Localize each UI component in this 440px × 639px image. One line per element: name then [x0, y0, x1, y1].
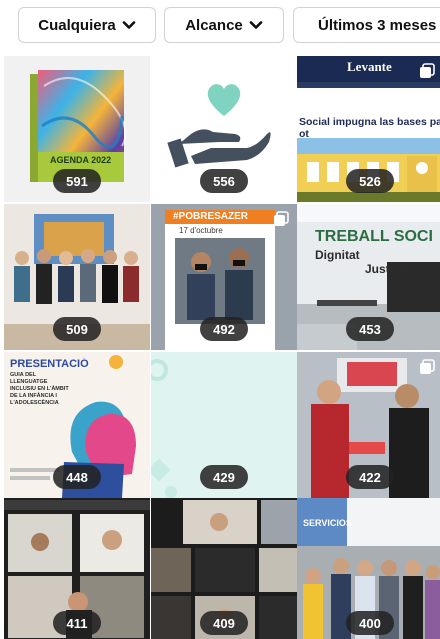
post-tile-pobresazer[interactable]: #POBRESAZER 17 d'octubre 492 [151, 204, 297, 350]
post-metric-badge: 526 [346, 169, 394, 193]
post-tile-teal-pattern[interactable]: 429 [151, 352, 297, 498]
carousel-icon [420, 63, 435, 78]
filter-bar: Cualquiera Alcance Últimos 3 meses [0, 0, 440, 50]
post-metric-badge: 400 [346, 611, 394, 635]
post-tile-servicios[interactable]: SERVICIOS 400 [297, 498, 440, 639]
chevron-down-icon [249, 21, 263, 29]
frame-date: 17 d'octubre [179, 226, 223, 235]
post-metric-badge: 429 [200, 465, 248, 489]
post-tile-agenda[interactable]: AGENDA 2022 591 [4, 56, 150, 202]
filter-type-dropdown[interactable]: Cualquiera [18, 7, 156, 43]
sign-text: SERVICIOS [303, 518, 352, 528]
wall-text-line1: TREBALL SOCI [315, 228, 433, 245]
newspaper-masthead: Levante [347, 59, 392, 74]
post-metric-badge: 448 [53, 465, 101, 489]
post-tile-video-call-1[interactable]: 411 [4, 498, 150, 639]
post-metric-badge: 591 [53, 169, 101, 193]
post-metric-badge: 556 [200, 169, 248, 193]
post-metric-badge: 411 [53, 611, 101, 635]
wall-text-line2: Dignitat [315, 248, 360, 262]
chevron-down-icon [122, 21, 136, 29]
filter-period-dropdown[interactable]: Últimos 3 meses [293, 7, 440, 43]
post-metric-badge: 509 [53, 317, 101, 341]
post-tile-levante[interactable]: Levante Social impugna las bases para un… [297, 56, 440, 202]
filter-type-label: Cualquiera [38, 16, 116, 34]
post-metric-badge: 492 [200, 317, 248, 341]
book-cover-text: AGENDA 2022 [50, 155, 112, 165]
post-metric-badge: 453 [346, 317, 394, 341]
wall-text-line3: Justícia [365, 262, 410, 276]
post-tile-video-call-2[interactable]: 409 [151, 498, 297, 639]
newspaper-headline: Social impugna las bases para una plaza [299, 116, 440, 128]
newspaper-headline-tail: ot [299, 128, 309, 140]
post-tile-heart-hand[interactable]: 556 [151, 56, 297, 202]
filter-period-label: Últimos 3 meses [318, 16, 437, 34]
filter-metric-label: Alcance [185, 16, 243, 34]
frame-title: #POBRESAZER [173, 211, 249, 222]
poster-subtitle: GUIA DEL LLENGUATGE INCLUSIU EN L'ÀMBIT … [10, 372, 69, 406]
post-tile-group-women[interactable]: 509 [4, 204, 150, 350]
carousel-icon [274, 211, 289, 226]
post-grid: AGENDA 2022 591 556 Levante Social impug… [0, 56, 440, 639]
post-tile-presentacio[interactable]: PRESENTACIÓ GUIA DEL LLENGUATGE INCLUSIU… [4, 352, 150, 498]
poster-title: PRESENTACIÓ [10, 358, 89, 370]
post-metric-badge: 422 [346, 465, 394, 489]
filter-metric-dropdown[interactable]: Alcance [164, 7, 284, 43]
carousel-icon [420, 359, 435, 374]
post-tile-two-women[interactable]: 422 [297, 352, 440, 498]
post-metric-badge: 409 [200, 611, 248, 635]
post-tile-treball-social[interactable]: TREBALL SOCI Dignitat Justícia 453 [297, 204, 440, 350]
